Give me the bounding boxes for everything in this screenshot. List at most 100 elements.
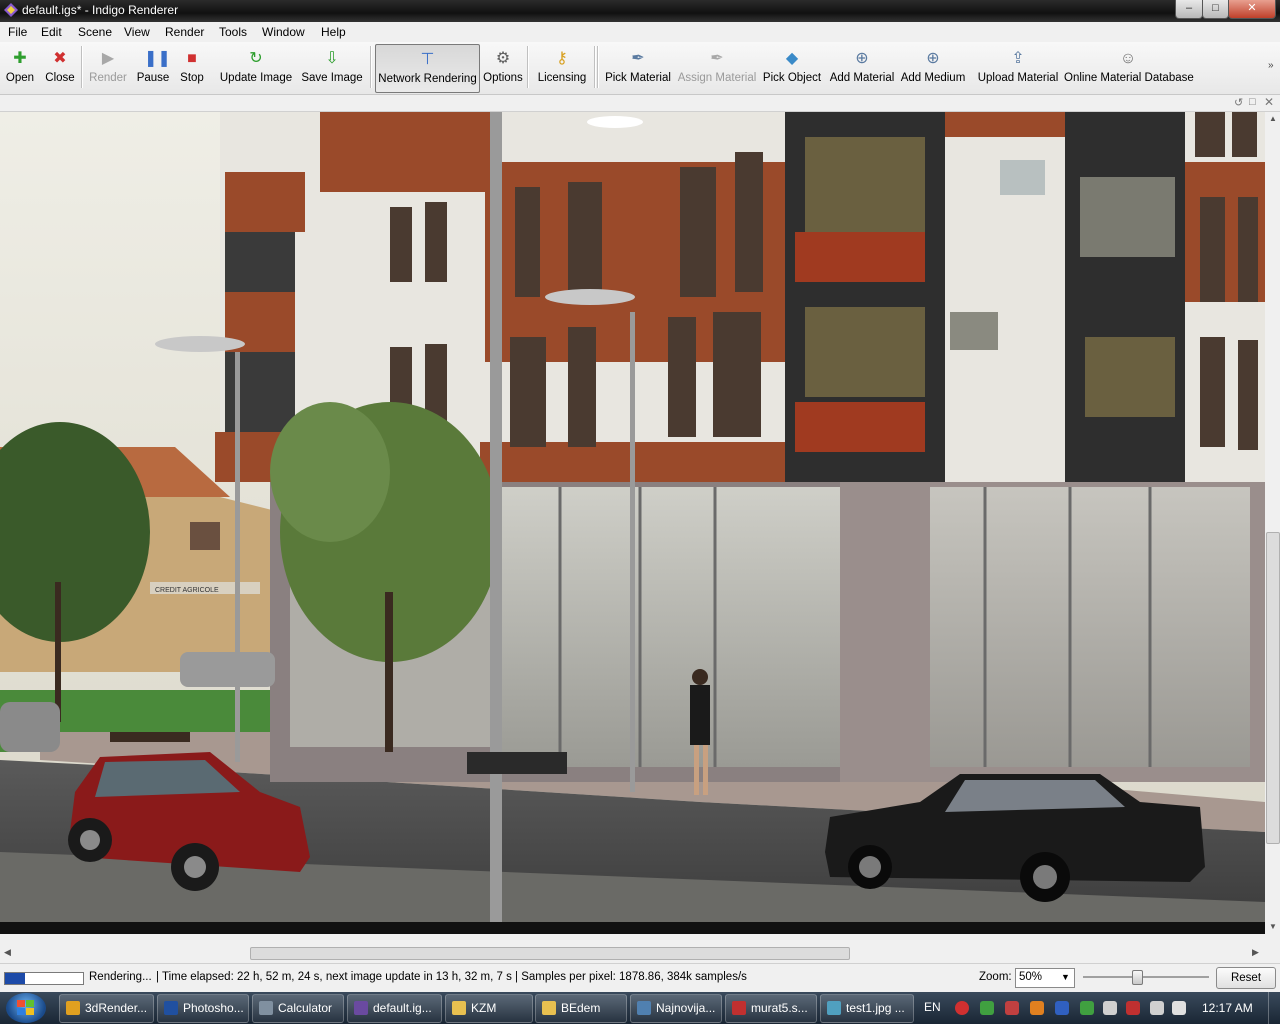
toolbar-label: Close xyxy=(45,72,75,84)
viewport-header-strip: ↺ □ ✕ xyxy=(0,95,1280,112)
horizontal-scrollbar[interactable]: ◀ ▶ xyxy=(0,946,1265,961)
render-progress-bar xyxy=(4,972,84,985)
image-viewer-icon xyxy=(827,1001,841,1015)
zoom-select[interactable]: 50% ▼ xyxy=(1015,968,1075,988)
security-tray-icon[interactable] xyxy=(1005,1001,1019,1015)
chevron-down-icon: ▼ xyxy=(1061,972,1070,982)
stop-button[interactable]: ■ Stop xyxy=(176,44,208,91)
upload-icon: ⇪ xyxy=(1011,50,1025,67)
toolbar-label: Render xyxy=(89,72,127,84)
close-button[interactable]: ✖ Close xyxy=(44,44,76,91)
zoom-label: Zoom: xyxy=(979,971,1012,983)
opera-tray-icon[interactable] xyxy=(955,1001,969,1015)
scroll-down-arrow-icon[interactable]: ▼ xyxy=(1269,922,1277,931)
start-button[interactable] xyxy=(6,993,46,1023)
pause-button[interactable]: ❚❚ Pause xyxy=(135,44,171,91)
database-icon: ☺ xyxy=(1119,50,1137,67)
upload-material-button[interactable]: ⇪ Upload Material xyxy=(977,44,1059,91)
add-material-button[interactable]: ⊕ Add Material xyxy=(828,44,896,91)
add-medium-button[interactable]: ⊕ Add Medium xyxy=(900,44,966,91)
scroll-right-arrow-icon[interactable]: ▶ xyxy=(1252,947,1259,958)
taskbar-item[interactable]: murat5.s... xyxy=(725,994,817,1023)
key-icon: ⚷ xyxy=(556,50,568,67)
photoshop-icon xyxy=(164,1001,178,1015)
window-title-bar[interactable]: default.igs* - Indigo Renderer – □ ✕ xyxy=(0,0,1280,22)
nvidia-tray-icon[interactable] xyxy=(1080,1001,1094,1015)
taskbar-item[interactable]: test1.jpg ... xyxy=(820,994,914,1023)
toolbar-label: Save Image xyxy=(301,72,363,84)
toolbar-overflow-chevron-icon[interactable]: » xyxy=(1268,60,1274,71)
taskbar-item-label: murat5.s... xyxy=(751,1001,808,1015)
close-panel-icon[interactable]: ✕ xyxy=(1264,95,1274,109)
flag-tray-icon[interactable] xyxy=(1103,1001,1117,1015)
taskbar-item[interactable]: Calculator xyxy=(252,994,344,1023)
scroll-left-arrow-icon[interactable]: ◀ xyxy=(4,947,11,958)
zoom-slider-thumb[interactable] xyxy=(1132,970,1144,985)
menu-file[interactable]: File xyxy=(8,25,27,39)
taskbar-item-label: Najnovija... xyxy=(656,1001,716,1015)
taskbar-item-label: KZM xyxy=(471,1001,497,1015)
licensing-button[interactable]: ⚷ Licensing xyxy=(535,44,589,91)
menu-scene[interactable]: Scene xyxy=(78,25,112,39)
taskbar-item[interactable]: KZM xyxy=(445,994,533,1023)
folder-icon xyxy=(452,1001,466,1015)
close-window-button[interactable]: ✕ xyxy=(1228,0,1276,19)
sketchup-icon xyxy=(732,1001,746,1015)
maximize-button[interactable]: □ xyxy=(1202,0,1229,19)
menu-view[interactable]: View xyxy=(124,25,150,39)
menu-tools[interactable]: Tools xyxy=(219,25,247,39)
toolbar-label: Pick Object xyxy=(762,72,822,84)
pick-object-button[interactable]: ◆ Pick Object xyxy=(760,44,824,91)
online-material-database-button[interactable]: ☺ Online Material Database xyxy=(1064,44,1194,91)
save-download-icon: ⇩ xyxy=(325,50,339,67)
float-panel-icon[interactable]: □ xyxy=(1249,96,1256,108)
restore-view-icon[interactable]: ↺ xyxy=(1234,96,1243,109)
menu-render[interactable]: Render xyxy=(165,25,204,39)
vertical-scroll-thumb[interactable] xyxy=(1266,532,1280,844)
bluetooth-tray-icon[interactable] xyxy=(1055,1001,1069,1015)
refresh-icon: ↻ xyxy=(249,50,263,67)
show-desktop-button[interactable] xyxy=(1268,992,1280,1024)
network-tray-icon[interactable] xyxy=(980,1001,994,1015)
taskbar-item[interactable]: default.ig... xyxy=(347,994,442,1023)
taskbar-item[interactable]: Photosho... xyxy=(157,994,249,1023)
options-button[interactable]: ⚙ Options xyxy=(481,44,525,91)
minimize-button[interactable]: – xyxy=(1175,0,1203,19)
language-indicator[interactable]: EN xyxy=(924,1000,941,1014)
menu-edit[interactable]: Edit xyxy=(41,25,62,39)
toolbar-label: Stop xyxy=(180,72,204,84)
vertical-scrollbar[interactable]: ▲ ▼ xyxy=(1265,112,1280,934)
window-title: default.igs* - Indigo Renderer xyxy=(22,3,179,17)
render-progress-fill xyxy=(5,973,25,984)
clock[interactable]: 12:17 AM xyxy=(1202,1001,1253,1015)
save-image-button[interactable]: ⇩ Save Image xyxy=(299,44,365,91)
taskbar-item[interactable]: BEdem xyxy=(535,994,627,1023)
taskbar-item[interactable]: Najnovija... xyxy=(630,994,722,1023)
menu-help[interactable]: Help xyxy=(321,25,346,39)
update-image-button[interactable]: ↻ Update Image xyxy=(218,44,294,91)
pick-material-button[interactable]: ✒ Pick Material xyxy=(603,44,673,91)
power-tray-icon[interactable] xyxy=(1150,1001,1164,1015)
assign-material-button[interactable]: ✒ Assign Material xyxy=(677,44,757,91)
render-stats: | Time elapsed: 22 h, 52 m, 24 s, next i… xyxy=(156,971,747,983)
horizontal-scroll-thumb[interactable] xyxy=(250,947,850,960)
gear-icon: ⚙ xyxy=(495,50,511,67)
menu-window[interactable]: Window xyxy=(262,25,305,39)
zoom-slider-track[interactable] xyxy=(1083,976,1209,978)
render-button[interactable]: ▶ Render xyxy=(88,44,128,91)
antivirus-tray-icon[interactable] xyxy=(1126,1001,1140,1015)
taskbar-item-label: Photosho... xyxy=(183,1001,244,1015)
scroll-up-arrow-icon[interactable]: ▲ xyxy=(1269,114,1277,123)
toolbar-label: Assign Material xyxy=(677,72,757,84)
chrome-icon xyxy=(66,1001,80,1015)
volume-icon[interactable] xyxy=(1172,1001,1186,1015)
calculator-icon xyxy=(259,1001,273,1015)
render-viewport[interactable]: CREDIT AGRICOLE xyxy=(0,112,1265,934)
taskbar-item[interactable]: 3dRender... xyxy=(59,994,154,1023)
status-bar: Rendering... | Time elapsed: 22 h, 52 m,… xyxy=(0,963,1280,991)
window-icon xyxy=(637,1001,651,1015)
reset-zoom-button[interactable]: Reset xyxy=(1216,967,1276,989)
network-rendering-button[interactable]: ⊤ Network Rendering xyxy=(375,44,480,93)
open-button[interactable]: ✚ Open xyxy=(3,44,37,91)
app-tray-icon[interactable] xyxy=(1030,1001,1044,1015)
